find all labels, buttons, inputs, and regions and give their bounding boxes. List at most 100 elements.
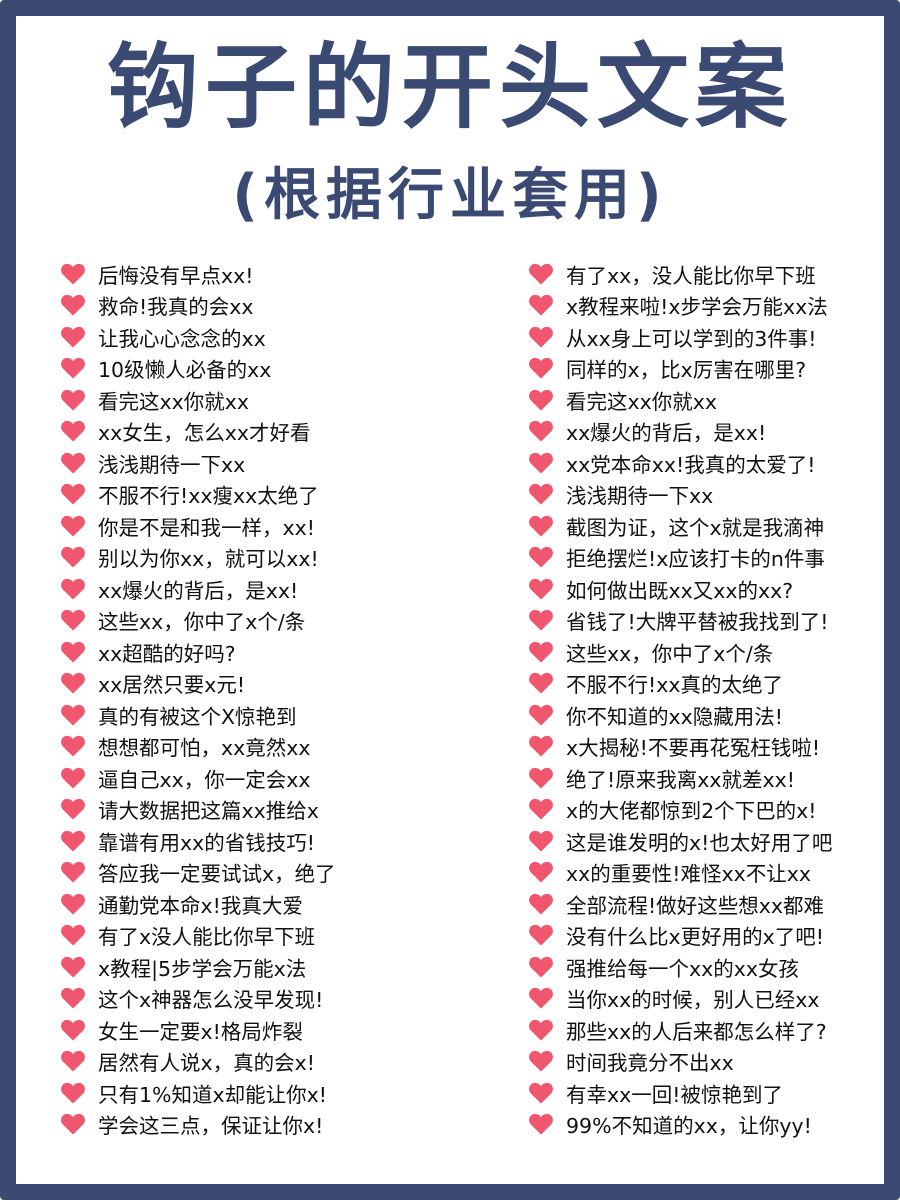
left-list-item: 通勤党本命x!我真大爱 <box>60 888 460 920</box>
right-list-item: 全部流程!做好这些想xx都难 <box>528 888 878 920</box>
heart-icon <box>528 956 554 978</box>
heart-icon <box>528 987 554 1009</box>
list-item-text: 有幸xx一回!被惊艳到了 <box>566 1082 783 1107</box>
list-item-text: 看完这xx你就xx <box>566 389 718 414</box>
heart-icon <box>528 830 554 852</box>
list-item-text: 居然有人说x，真的会x! <box>98 1051 315 1076</box>
right-list-item: 浅浅期待一下xx <box>528 479 878 511</box>
left-list-item: 居然有人说x，真的会x! <box>60 1046 460 1078</box>
list-item-text: x的大佬都惊到2个下巴的x! <box>566 799 817 824</box>
left-list-item: 女生一定要x!格局炸裂 <box>60 1014 460 1046</box>
list-item-text: 通勤党本命x!我真大爱 <box>98 893 303 918</box>
left-list-item: 有了x没人能比你早下班 <box>60 920 460 952</box>
right-list-item: 你不知道的xx隐藏用法! <box>528 699 878 731</box>
right-list-item: 这些xx，你中了x个/条 <box>528 636 878 668</box>
list-item-text: 不服不行!xx真的太绝了 <box>566 673 783 698</box>
right-list-item: x教程来啦!x步学会万能xx法 <box>528 290 878 322</box>
right-list-item: 有了xx，没人能比你早下班 <box>528 258 878 290</box>
left-list-item: 浅浅期待一下xx <box>60 447 460 479</box>
left-column-list: 后悔没有早点xx! 救命!我真的会xx 让我心心念念的xx 10级懒人必备的xx 看完这… <box>60 258 460 1140</box>
heart-icon <box>60 987 86 1009</box>
list-item-text: 有了xx，没人能比你早下班 <box>566 263 816 288</box>
heart-icon <box>60 452 86 474</box>
right-list-item: 不服不行!xx真的太绝了 <box>528 668 878 700</box>
list-item-text: 时间我竟分不出xx <box>566 1051 734 1076</box>
heart-icon <box>60 861 86 883</box>
left-list-item: 看完这xx你就xx <box>60 384 460 416</box>
page-subtitle: (根据行业套用) <box>232 163 668 228</box>
left-list-item: 逼自己xx，你一定会xx <box>60 762 460 794</box>
list-item-text: 后悔没有早点xx! <box>98 263 254 288</box>
list-item-text: 真的有被这个X惊艳到 <box>98 704 297 729</box>
list-item-text: 从xx身上可以学到的3件事! <box>566 326 817 351</box>
left-list-item: 让我心心念念的xx <box>60 321 460 353</box>
heart-icon <box>528 1019 554 1041</box>
list-item-text: x教程来啦!x步学会万能xx法 <box>566 295 828 320</box>
heart-icon <box>60 830 86 852</box>
right-list-item: 如何做出既xx又xx的xx? <box>528 573 878 605</box>
heart-icon <box>528 672 554 694</box>
list-item-text: xx爆火的背后，是xx! <box>98 578 299 603</box>
list-item-text: 让我心心念念的xx <box>98 326 266 351</box>
heart-icon <box>528 578 554 600</box>
list-item-text: x大揭秘!不要再花冤枉钱啦! <box>566 736 821 761</box>
list-item-text: 想想都可怕，xx竟然xx <box>98 736 311 761</box>
heart-icon <box>60 1050 86 1072</box>
list-item-text: 别以为你xx，就可以xx! <box>98 547 319 572</box>
list-item-text: xx党本命xx!我真的太爱了! <box>566 452 816 477</box>
heart-icon <box>60 1082 86 1104</box>
list-item-text: 没有什么比x更好用的x了吧! <box>566 925 824 950</box>
left-list-item: 后悔没有早点xx! <box>60 258 460 290</box>
heart-icon <box>528 452 554 474</box>
right-list-item: x大揭秘!不要再花冤枉钱啦! <box>528 731 878 763</box>
heart-icon <box>60 924 86 946</box>
left-list-item: 靠谱有用xx的省钱技巧! <box>60 825 460 857</box>
list-item-text: 你是不是和我一样，xx! <box>98 515 315 540</box>
right-list-item: 那些xx的人后来都怎么样了? <box>528 1014 878 1046</box>
right-list-item: 没有什么比x更好用的x了吧! <box>528 920 878 952</box>
heart-icon <box>60 515 86 537</box>
heart-icon <box>528 798 554 820</box>
heart-icon <box>60 294 86 316</box>
right-column-list: 有了xx，没人能比你早下班 x教程来啦!x步学会万能xx法 从xx身上可以学到的3件… <box>528 258 878 1140</box>
left-list-item: 不服不行!xx瘦xx太绝了 <box>60 479 460 511</box>
heart-icon <box>60 798 86 820</box>
heart-icon <box>60 263 86 285</box>
list-item-text: 那些xx的人后来都怎么样了? <box>566 1019 827 1044</box>
right-list-item: 有幸xx一回!被惊艳到了 <box>528 1077 878 1109</box>
right-list-item: 省钱了!大牌平替被我找到了! <box>528 605 878 637</box>
list-item-text: 救命!我真的会xx <box>98 295 254 320</box>
left-list-item: xx超酷的好吗? <box>60 636 460 668</box>
list-item-text: 靠谱有用xx的省钱技巧! <box>98 830 315 855</box>
list-item-text: 只有1%知道x却能让你x! <box>98 1082 328 1107</box>
heart-icon <box>60 1113 86 1135</box>
list-item-text: 女生一定要x!格局炸裂 <box>98 1019 303 1044</box>
left-list-item: xx居然只要x元! <box>60 668 460 700</box>
list-item-text: 同样的x，比x厉害在哪里? <box>566 358 807 383</box>
heart-icon <box>60 483 86 505</box>
left-list-item: xx女生，怎么xx才好看 <box>60 416 460 448</box>
list-item-text: 逼自己xx，你一定会xx <box>98 767 311 792</box>
list-item-text: 这些xx，你中了x个/条 <box>566 641 774 666</box>
list-item-text: 这个x神器怎么没早发现! <box>98 988 324 1013</box>
left-list-item: 这个x神器怎么没早发现! <box>60 983 460 1015</box>
heart-icon <box>528 294 554 316</box>
right-list-item: xx爆火的背后，是xx! <box>528 416 878 448</box>
right-list-item: x的大佬都惊到2个下巴的x! <box>528 794 878 826</box>
list-item-text: 当你xx的时候，别人已经xx <box>566 988 820 1013</box>
heart-icon <box>60 326 86 348</box>
right-list-item: 这是谁发明的x!也太好用了吧 <box>528 825 878 857</box>
right-list-item: xx党本命xx!我真的太爱了! <box>528 447 878 479</box>
page-title: 钩子的开头文案 <box>106 34 793 141</box>
heart-icon <box>528 515 554 537</box>
left-list-item: xx爆火的背后，是xx! <box>60 573 460 605</box>
heart-icon <box>60 767 86 789</box>
heart-icon <box>528 263 554 285</box>
list-item-text: 拒绝摆烂!x应该打卡的n件事 <box>566 547 825 572</box>
heart-icon <box>60 609 86 631</box>
right-list-item: 强推给每一个xx的xx女孩 <box>528 951 878 983</box>
heart-icon <box>60 956 86 978</box>
heart-icon <box>60 420 86 442</box>
heart-icon <box>528 609 554 631</box>
right-list-item: 同样的x，比x厉害在哪里? <box>528 353 878 385</box>
